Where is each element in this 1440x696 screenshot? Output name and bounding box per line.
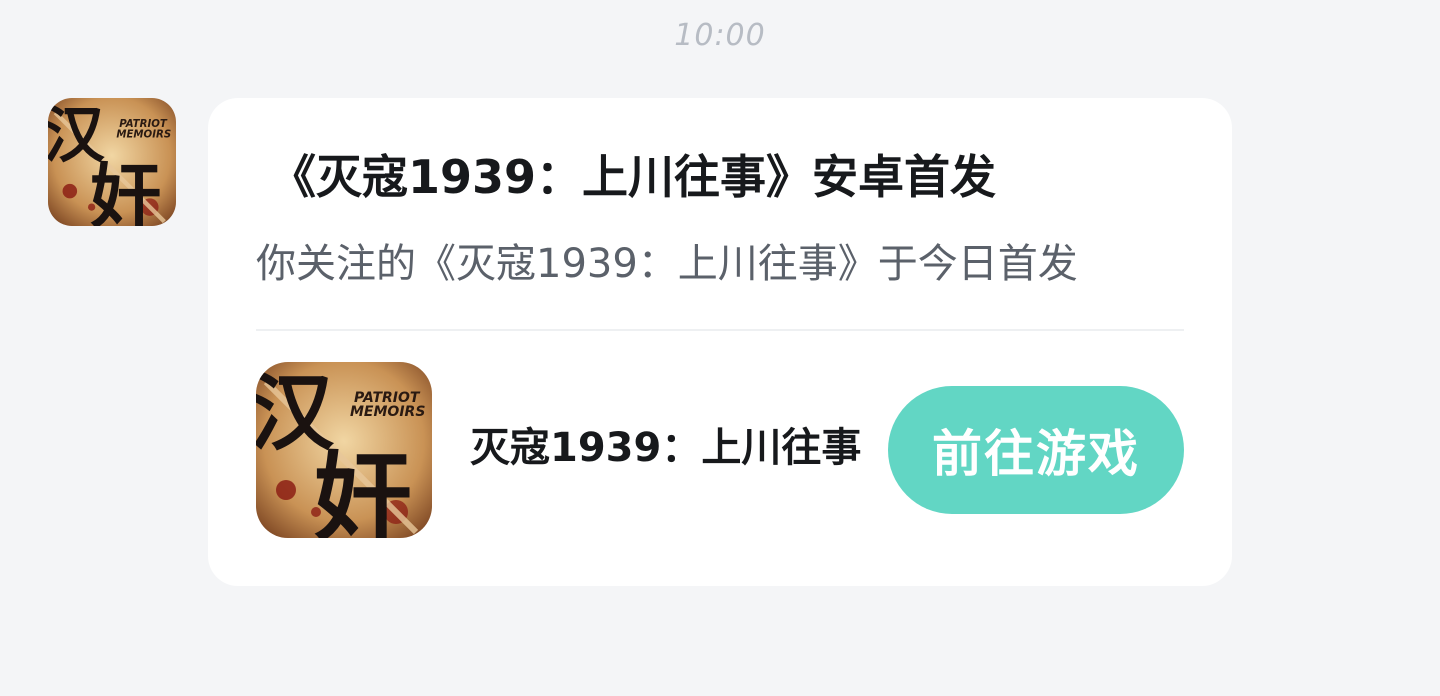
game-name: 灭寇1939：上川往事 xyxy=(470,425,862,471)
svg-text:MEMOIRS: MEMOIRS xyxy=(350,404,425,420)
notification-card[interactable]: 《灭寇1939：上川往事》安卓首发 你关注的《灭寇1939：上川往事》于今日首发… xyxy=(208,98,1232,586)
timestamp: 10:00 xyxy=(674,18,766,53)
message-description: 你关注的《灭寇1939：上川往事》于今日首发 xyxy=(256,241,1078,287)
svg-text:PATRIOT: PATRIOT xyxy=(119,119,168,130)
svg-text:MEMOIRS: MEMOIRS xyxy=(116,129,171,140)
svg-text:奸: 奸 xyxy=(90,156,161,226)
go-to-game-button[interactable]: 前往游戏 xyxy=(888,386,1184,514)
divider xyxy=(256,329,1184,331)
svg-text:奸: 奸 xyxy=(314,442,412,538)
message-title: 《灭寇1939：上川往事》安卓首发 xyxy=(270,150,997,204)
sender-avatar-icon[interactable]: 汉 奸 PATRIOT MEMOIRS xyxy=(48,98,176,226)
game-icon[interactable]: 汉 奸 PATRIOT MEMOIRS xyxy=(256,362,432,538)
